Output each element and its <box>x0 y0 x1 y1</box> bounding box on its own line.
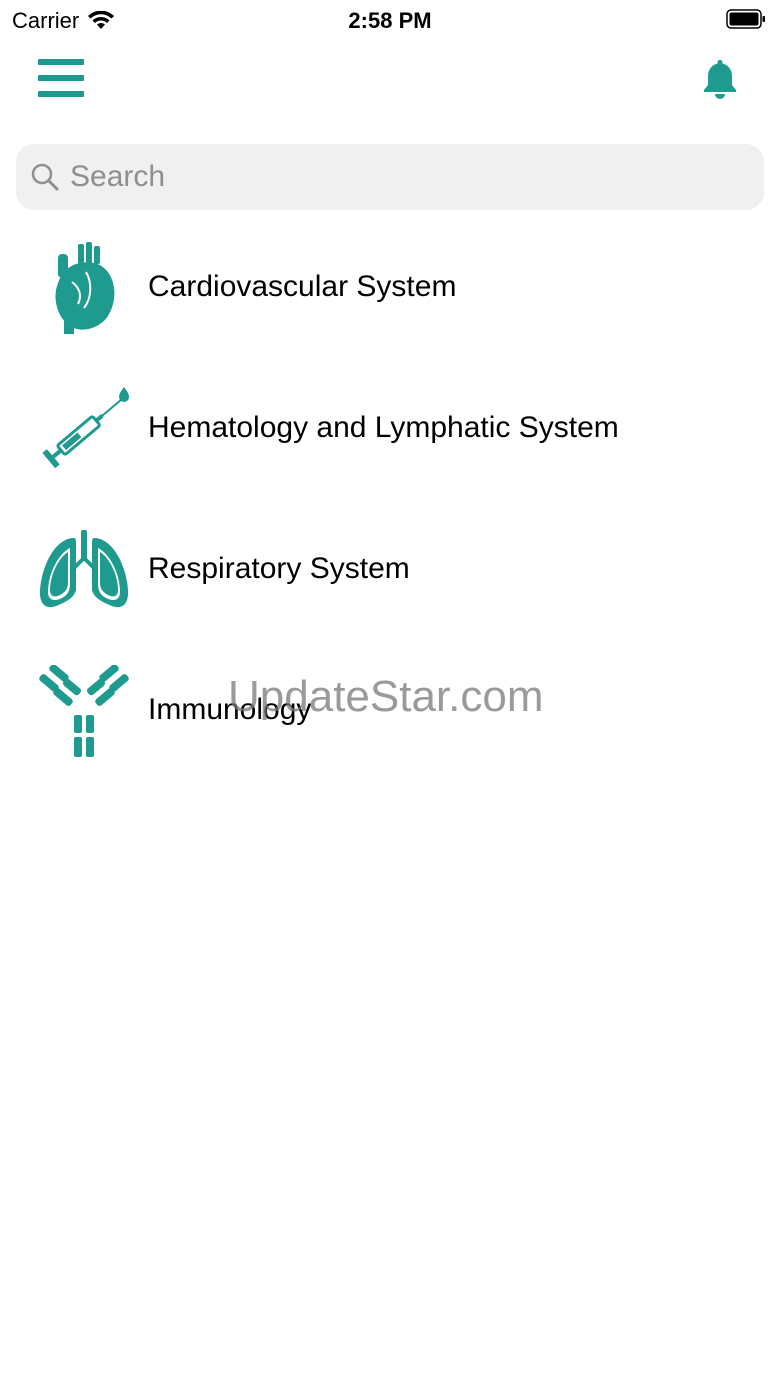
syringe-icon <box>42 387 129 468</box>
navigation-bar <box>0 40 780 120</box>
notifications-button[interactable] <box>702 58 738 100</box>
list-item-hematology[interactable]: Hematology and Lymphatic System <box>0 361 780 502</box>
hamburger-menu-icon <box>38 59 84 97</box>
search-bar[interactable] <box>16 144 764 210</box>
status-bar: Carrier 2:58 PM <box>0 0 780 40</box>
bell-icon <box>704 60 736 99</box>
battery-icon <box>726 9 765 29</box>
list-item-label: Cardiovascular System <box>148 270 457 303</box>
antibody-icon <box>39 665 129 757</box>
list-item-immunology[interactable]: Immunology <box>0 643 780 784</box>
search-icon <box>31 163 59 191</box>
category-list: Cardiovascular System Hematology and Lym… <box>0 220 780 784</box>
list-item-respiratory[interactable]: Respiratory System <box>0 502 780 643</box>
lungs-icon <box>39 530 129 608</box>
list-item-label: Hematology and Lymphatic System <box>148 411 619 444</box>
list-item-label: Immunology <box>148 693 312 726</box>
status-time: 2:58 PM <box>348 8 432 33</box>
list-item-cardiovascular[interactable]: Cardiovascular System <box>0 220 780 361</box>
list-item-label: Respiratory System <box>148 552 410 585</box>
search-input[interactable] <box>70 152 750 202</box>
menu-button[interactable] <box>36 58 86 100</box>
heart-icon <box>55 242 115 334</box>
